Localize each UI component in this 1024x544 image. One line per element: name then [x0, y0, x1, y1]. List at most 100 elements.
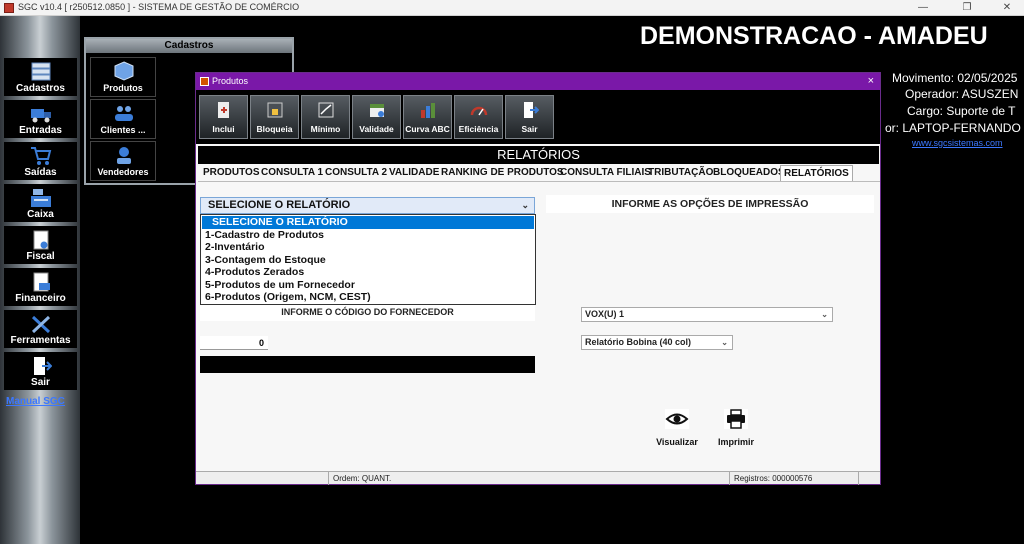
- status-separator: [729, 472, 730, 485]
- sidebar-item-ferramentas[interactable]: Ferramentas: [4, 310, 77, 348]
- toolbar-label: Inclui: [212, 124, 235, 134]
- toolbar-label: Eficiência: [458, 124, 499, 134]
- exit-door-icon: [524, 102, 539, 118]
- report-option[interactable]: SELECIONE O RELATÓRIO: [202, 216, 534, 229]
- printer-icon: [724, 409, 748, 429]
- visualizar-button[interactable]: Visualizar: [652, 406, 702, 448]
- sidebar-item-saidas[interactable]: Saídas: [4, 142, 77, 180]
- cart-icon: [31, 147, 52, 165]
- report-option[interactable]: 5-Produtos de um Fornecedor: [202, 279, 534, 292]
- status-separator: [328, 472, 329, 485]
- tab-validade[interactable]: VALIDADE: [386, 165, 442, 181]
- gauge-icon: [470, 106, 488, 116]
- report-option[interactable]: 3-Contagem do Estoque: [202, 254, 534, 267]
- manual-sgc-link[interactable]: Manual SGC: [6, 396, 65, 407]
- visualizar-label: Visualizar: [656, 437, 698, 447]
- tab-divider: [198, 181, 880, 182]
- toolbar-label: Mínimo: [310, 124, 341, 134]
- box-icon: [114, 61, 134, 81]
- sidebar-item-label: Financeiro: [15, 293, 66, 304]
- sidebar-item-label: Ferramentas: [10, 335, 71, 346]
- sidebar-item-cadastros[interactable]: Cadastros: [4, 58, 77, 96]
- main-sidebar: Cadastros Entradas Saídas Caixa Fiscal F…: [0, 16, 80, 544]
- printer-select[interactable]: VOX(U) 1 ⌄: [581, 307, 833, 322]
- minimize-button[interactable]: —: [906, 0, 940, 16]
- dialog-sair-button[interactable]: Sair: [505, 95, 554, 139]
- tools-icon: [31, 315, 51, 334]
- toolbar-label: Bloqueia: [256, 124, 293, 134]
- fornecedor-code-input[interactable]: 0: [200, 336, 268, 350]
- tab-tributacao[interactable]: TRIBUTAÇÃO: [645, 165, 716, 181]
- company-name: DEMONSTRACAO - AMADEU: [640, 22, 988, 50]
- sidebar-item-label: Cadastros: [16, 83, 65, 94]
- sidebar-item-caixa[interactable]: Caixa: [4, 184, 77, 222]
- report-select-value: SELECIONE O RELATÓRIO: [208, 199, 351, 211]
- report-option[interactable]: 4-Produtos Zerados: [202, 266, 534, 279]
- dialog-titlebar: Produtos ×: [196, 73, 880, 90]
- tab-ranking-de-produtos[interactable]: RANKING DE PRODUTOS: [438, 165, 567, 181]
- status-registros: Registros: 000000576: [734, 474, 813, 483]
- website-link[interactable]: www.sgcsistemas.com: [912, 138, 1003, 148]
- cadastros-item-label: Vendedores: [97, 167, 149, 177]
- dialog-statusbar: Ordem: QUANT. Registros: 000000576: [196, 471, 880, 485]
- tab-consulta-1[interactable]: CONSULTA 1: [258, 165, 326, 181]
- eficiencia-button[interactable]: Eficiência: [454, 95, 503, 139]
- sidebar-item-fiscal[interactable]: Fiscal: [4, 226, 77, 264]
- inclui-button[interactable]: Inclui: [199, 95, 248, 139]
- minimo-button[interactable]: Mínimo: [301, 95, 350, 139]
- cadastros-panel-title: Cadastros: [86, 39, 292, 53]
- tab-consulta-2[interactable]: CONSULTA 2: [322, 165, 390, 181]
- tab-bloqueados[interactable]: BLOQUEADOS: [710, 165, 788, 181]
- person-helmet-icon: [117, 147, 131, 164]
- cargo-text: Cargo: Suporte de T: [907, 104, 1016, 118]
- toolbar-label: Sair: [521, 124, 538, 134]
- restore-button[interactable]: ❐: [950, 0, 984, 16]
- window-titlebar: SGC v10.4 [ r250512.0850 ] - SISTEMA DE …: [0, 0, 1024, 16]
- curva-abc-button[interactable]: Curva ABC: [403, 95, 452, 139]
- calendar-icon: [370, 104, 384, 117]
- minimum-chart-icon: [318, 102, 334, 118]
- close-window-button[interactable]: ✕: [990, 0, 1024, 16]
- cadastros-produtos-button[interactable]: Produtos: [90, 57, 156, 97]
- imprimir-label: Imprimir: [717, 437, 754, 447]
- chevron-down-icon: ⌄: [821, 310, 828, 319]
- sidebar-item-label: Sair: [31, 377, 50, 388]
- fornecedor-name-display: [200, 356, 535, 373]
- people-icon: [115, 106, 133, 121]
- cadastros-item-label: Produtos: [103, 83, 143, 93]
- sidebar-item-label: Fiscal: [26, 251, 55, 262]
- cadastros-clientes-button[interactable]: Clientes ...: [90, 99, 156, 139]
- report-option[interactable]: 2-Inventário: [202, 241, 534, 254]
- report-option[interactable]: 1-Cadastro de Produtos: [202, 229, 534, 242]
- print-options-title: INFORME AS OPÇÕES DE IMPRESSÃO: [546, 195, 874, 213]
- bloqueia-button[interactable]: Bloqueia: [250, 95, 299, 139]
- tab-produtos[interactable]: PRODUTOS: [200, 165, 263, 181]
- document-icon: [33, 230, 49, 250]
- tab-relatorios[interactable]: RELATÓRIOS: [780, 165, 853, 181]
- sidebar-item-label: Saídas: [24, 167, 57, 178]
- sidebar-item-financeiro[interactable]: Financeiro: [4, 268, 77, 306]
- window-title: SGC v10.4 [ r250512.0850 ] - SISTEMA DE …: [18, 2, 300, 12]
- cadastros-item-label: Clientes ...: [100, 125, 146, 135]
- dialog-title: Produtos: [212, 76, 249, 86]
- dialog-close-button[interactable]: ×: [868, 73, 874, 90]
- chevron-down-icon: ⌄: [721, 338, 728, 347]
- report-select[interactable]: SELECIONE O RELATÓRIO ⌄: [200, 197, 535, 214]
- imprimir-button[interactable]: Imprimir: [711, 406, 761, 448]
- produtos-dialog: Produtos × Inclui Bloqueia Mínimo Valida…: [195, 72, 881, 485]
- report-option[interactable]: 6-Produtos (Origem, NCM, CEST): [202, 291, 534, 304]
- app-icon: [4, 3, 14, 13]
- tab-consulta-filiais[interactable]: CONSULTA FILIAIS: [557, 165, 654, 181]
- dialog-toolbar: Inclui Bloqueia Mínimo Validade Curva AB…: [196, 90, 880, 144]
- fornecedor-label: INFORME O CÓDIGO DO FORNECEDOR: [200, 305, 535, 321]
- validade-button[interactable]: Validade: [352, 95, 401, 139]
- format-select[interactable]: Relatório Bobina (40 col) ⌄: [581, 335, 733, 350]
- sidebar-item-sair[interactable]: Sair: [4, 352, 77, 390]
- exit-door-icon: [34, 357, 52, 375]
- cadastros-vendedores-button[interactable]: Vendedores: [90, 141, 156, 181]
- section-title: RELATÓRIOS: [198, 146, 879, 164]
- operador-name: Operador: ASUSZEN: [905, 87, 1019, 101]
- sidebar-item-entradas[interactable]: Entradas: [4, 100, 77, 138]
- cash-register-icon: [31, 189, 51, 207]
- status-separator: [858, 472, 859, 485]
